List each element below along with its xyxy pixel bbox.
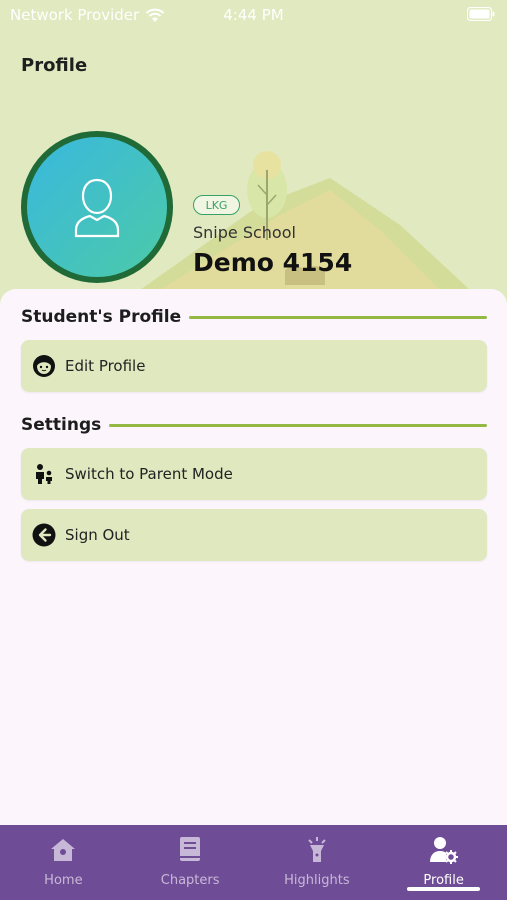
section-divider (189, 315, 487, 319)
nav-home[interactable]: Home (0, 825, 127, 900)
nav-highlights-label: Highlights (284, 873, 350, 888)
battery-icon (466, 6, 495, 25)
switch-to-parent-mode-button[interactable]: Switch to Parent Mode (21, 448, 487, 500)
status-bar: Network Provider 4:44 PM (0, 0, 507, 30)
nav-profile-label: Profile (423, 873, 464, 888)
section-title-settings: Settings (21, 415, 102, 435)
user-settings-icon (429, 835, 459, 865)
switch-to-parent-mode-label: Switch to Parent Mode (65, 465, 233, 483)
sign-out-label: Sign Out (65, 526, 130, 544)
nav-highlights[interactable]: Highlights (254, 825, 381, 900)
student-name: Demo 4154 (193, 248, 353, 277)
page-title: Profile (21, 55, 88, 76)
active-tab-indicator (407, 887, 480, 891)
status-time: 4:44 PM (223, 6, 284, 24)
nav-profile[interactable]: Profile (380, 825, 507, 900)
nav-home-label: Home (44, 873, 83, 888)
grade-badge: LKG (193, 195, 240, 215)
flashlight-icon (305, 835, 329, 865)
nav-chapters[interactable]: Chapters (127, 825, 254, 900)
students-profile-section-header: Student's Profile (21, 307, 487, 327)
face-icon (31, 353, 57, 379)
school-name: Snipe School (193, 223, 296, 242)
sign-out-button[interactable]: Sign Out (21, 509, 487, 561)
user-silhouette-icon (74, 178, 120, 238)
family-icon (31, 461, 57, 487)
profile-header: Network Provider 4:44 PM Profile LKG Sni… (0, 0, 507, 330)
nav-chapters-label: Chapters (160, 873, 220, 888)
section-divider (109, 423, 487, 427)
settings-section-header: Settings (21, 415, 487, 435)
student-avatar[interactable] (21, 131, 173, 283)
home-icon (49, 835, 77, 865)
content-panel: Student's Profile Edit Profile Settings (0, 289, 507, 825)
bottom-navigation: Home Chapters Highlights Profile (0, 825, 507, 900)
sign-out-icon (31, 522, 57, 548)
edit-profile-button[interactable]: Edit Profile (21, 340, 487, 392)
book-icon (178, 835, 202, 865)
edit-profile-label: Edit Profile (65, 357, 146, 375)
section-title-students-profile: Student's Profile (21, 307, 182, 327)
